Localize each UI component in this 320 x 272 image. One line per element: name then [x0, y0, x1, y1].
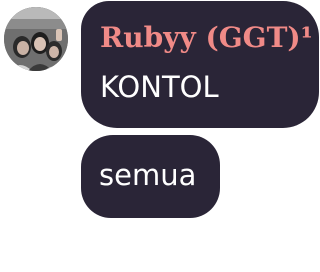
- chat-thread: Rubyy (GGT)¹ KONTOL semua: [0, 0, 320, 272]
- avatar[interactable]: [4, 7, 68, 71]
- message-text: semua: [99, 158, 197, 192]
- sender-name[interactable]: Rubyy (GGT)¹: [100, 23, 313, 53]
- group-photo-icon: [4, 7, 68, 71]
- message-text: KONTOL: [100, 70, 219, 104]
- message-bubble[interactable]: semua: [81, 135, 220, 218]
- message-bubble[interactable]: Rubyy (GGT)¹ KONTOL: [81, 1, 319, 128]
